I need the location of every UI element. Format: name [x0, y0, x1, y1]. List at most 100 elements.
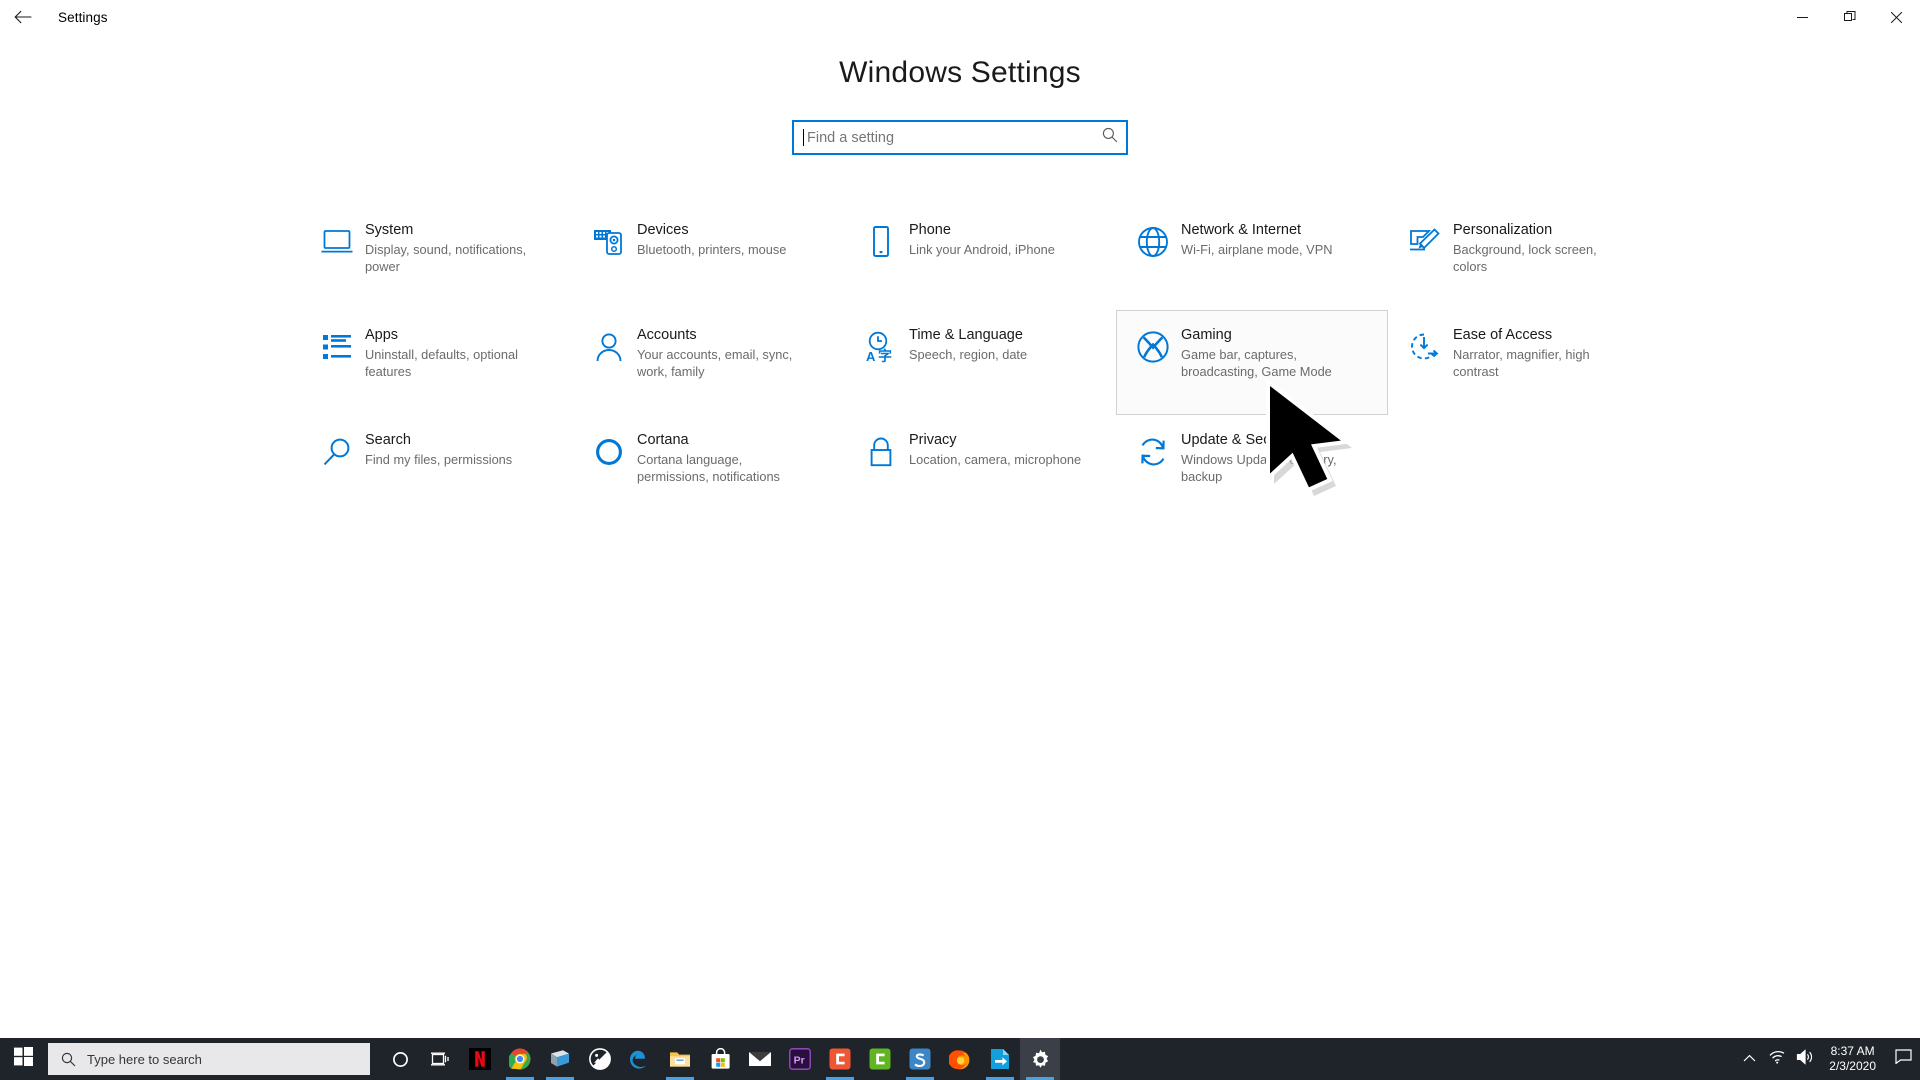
close-button[interactable] [1873, 0, 1920, 34]
taskbar-search-input[interactable]: Type here to search [87, 1052, 202, 1067]
phone-icon [859, 220, 903, 264]
tile-title: System [365, 222, 414, 238]
tile-title: Ease of Access [1453, 327, 1553, 343]
tile-title: Devices [637, 222, 689, 238]
tile-title: Time & Language [909, 327, 1023, 343]
edge-icon [627, 1046, 653, 1072]
task-view-icon [427, 1046, 453, 1072]
snagit-icon [907, 1046, 933, 1072]
task-view-button[interactable] [420, 1038, 460, 1080]
action-center-button[interactable] [1886, 1038, 1920, 1080]
netflix-icon [467, 1046, 493, 1072]
settings-tile-phone[interactable]: Phone Link your Android, iPhone [844, 205, 1116, 310]
close-icon [1891, 11, 1902, 23]
chrome-icon [507, 1046, 533, 1072]
settings-tile-accounts[interactable]: Accounts Your accounts, email, sync, wor… [572, 310, 844, 415]
settings-button[interactable] [1020, 1038, 1060, 1080]
settings-tile-system[interactable]: System Display, sound, notifications, po… [300, 205, 572, 310]
search-input[interactable]: Find a setting [807, 130, 1094, 146]
window-controls [1779, 0, 1920, 34]
settings-tile-apps[interactable]: Apps Uninstall, defaults, optional featu… [300, 310, 572, 415]
taskbar-search-box[interactable]: Type here to search [48, 1043, 370, 1075]
tile-subtitle: Cortana language, permissions, notificat… [637, 452, 780, 484]
text-caret [803, 129, 804, 146]
store-button[interactable] [700, 1038, 740, 1080]
folder-icon [667, 1046, 693, 1072]
premiere-button[interactable]: Pr [780, 1038, 820, 1080]
settings-tile-devices[interactable]: Devices Bluetooth, printers, mouse [572, 205, 844, 310]
action-center-icon [1894, 1049, 1912, 1069]
minimize-button[interactable] [1779, 0, 1826, 34]
premiere-pro-icon: Pr [787, 1046, 813, 1072]
tile-subtitle: Narrator, magnifier, high contrast [1453, 347, 1590, 379]
tile-subtitle: Uninstall, defaults, optional features [365, 347, 518, 379]
sticky-notes-icon [547, 1046, 573, 1072]
search-icon [1102, 127, 1118, 148]
chrome-button[interactable] [500, 1038, 540, 1080]
settings-tile-gaming[interactable]: Gaming Game bar, captures, broadcasting,… [1116, 310, 1388, 415]
minimize-icon [1797, 12, 1808, 23]
start-button[interactable] [0, 1038, 46, 1080]
magnifier-icon [315, 430, 359, 474]
tile-title: Search [365, 432, 411, 448]
taskbar-items: Pr [380, 1038, 1060, 1080]
page-title: Windows Settings [839, 56, 1081, 89]
cortana-button[interactable] [380, 1038, 420, 1080]
settings-tile-ease-of-access[interactable]: Ease of Access Narrator, magnifier, high… [1388, 310, 1660, 415]
tray-overflow-button[interactable] [1735, 1038, 1763, 1080]
tile-subtitle: Wi-Fi, airplane mode, VPN [1181, 242, 1333, 257]
network-button[interactable] [1763, 1038, 1791, 1080]
settings-tile-time-language[interactable]: A 字 Time & Language Speech, region, date [844, 310, 1116, 415]
settings-tile-privacy[interactable]: Privacy Location, camera, microphone [844, 415, 1116, 520]
clock-date: 2/3/2020 [1829, 1059, 1876, 1073]
tile-title: Accounts [637, 327, 697, 343]
settings-tile-update-security[interactable]: Update & Security Windows Update, recove… [1116, 415, 1388, 520]
clock[interactable]: 8:37 AM 2/3/2020 [1819, 1044, 1886, 1074]
camtasia-green-icon [867, 1046, 893, 1072]
paintbrush-icon [1403, 220, 1447, 264]
tile-subtitle: Speech, region, date [909, 347, 1028, 362]
sticky-notes-button[interactable] [540, 1038, 580, 1080]
settings-tile-search[interactable]: Search Find my files, permissions [300, 415, 572, 520]
volume-button[interactable] [1791, 1038, 1819, 1080]
tile-subtitle: Link your Android, iPhone [909, 242, 1055, 257]
netflix-button[interactable] [460, 1038, 500, 1080]
photos-button[interactable] [580, 1038, 620, 1080]
wifi-icon [1768, 1049, 1786, 1069]
snagit-button[interactable] [900, 1038, 940, 1080]
search-box[interactable]: Find a setting [792, 120, 1128, 155]
camtasia-icon [827, 1046, 853, 1072]
tile-title: Gaming [1181, 327, 1232, 343]
refresh-icon [1131, 430, 1175, 474]
applist-icon [315, 325, 359, 369]
firefox-icon [947, 1046, 973, 1072]
store-bag-icon [707, 1046, 733, 1072]
tile-title: Apps [365, 327, 399, 343]
tile-subtitle: Game bar, captures, broadcasting, Game M… [1181, 347, 1332, 379]
system-tray: 8:37 AM 2/3/2020 [1735, 1038, 1920, 1080]
back-button[interactable] [0, 0, 46, 34]
file-explorer-button[interactable] [660, 1038, 700, 1080]
tile-subtitle: Your accounts, email, sync, work, family [637, 347, 793, 379]
cortana-circle-icon [387, 1046, 413, 1072]
settings-tile-personalization[interactable]: Personalization Background, lock screen,… [1388, 205, 1660, 310]
firefox-button[interactable] [940, 1038, 980, 1080]
envelope-icon [747, 1046, 773, 1072]
tile-subtitle: Background, lock screen, colors [1453, 242, 1597, 274]
settings-tile-network[interactable]: Network & Internet Wi-Fi, airplane mode,… [1116, 205, 1388, 310]
search-submit-button[interactable] [1094, 122, 1126, 153]
tile-title: Update & Security [1181, 432, 1298, 448]
svg-text:A: A [866, 349, 876, 363]
restore-button[interactable] [1826, 0, 1873, 34]
camtasia-button[interactable] [820, 1038, 860, 1080]
transfer-button[interactable] [980, 1038, 1020, 1080]
edge-button[interactable] [620, 1038, 660, 1080]
camtasia-green-button[interactable] [860, 1038, 900, 1080]
tile-subtitle: Location, camera, microphone [909, 452, 1082, 467]
window-title: Settings [58, 9, 108, 25]
mail-button[interactable] [740, 1038, 780, 1080]
restore-icon [1843, 11, 1856, 23]
gear-icon [1027, 1046, 1053, 1072]
settings-tile-cortana[interactable]: Cortana Cortana language, permissions, n… [572, 415, 844, 520]
devices-icon [587, 220, 631, 264]
